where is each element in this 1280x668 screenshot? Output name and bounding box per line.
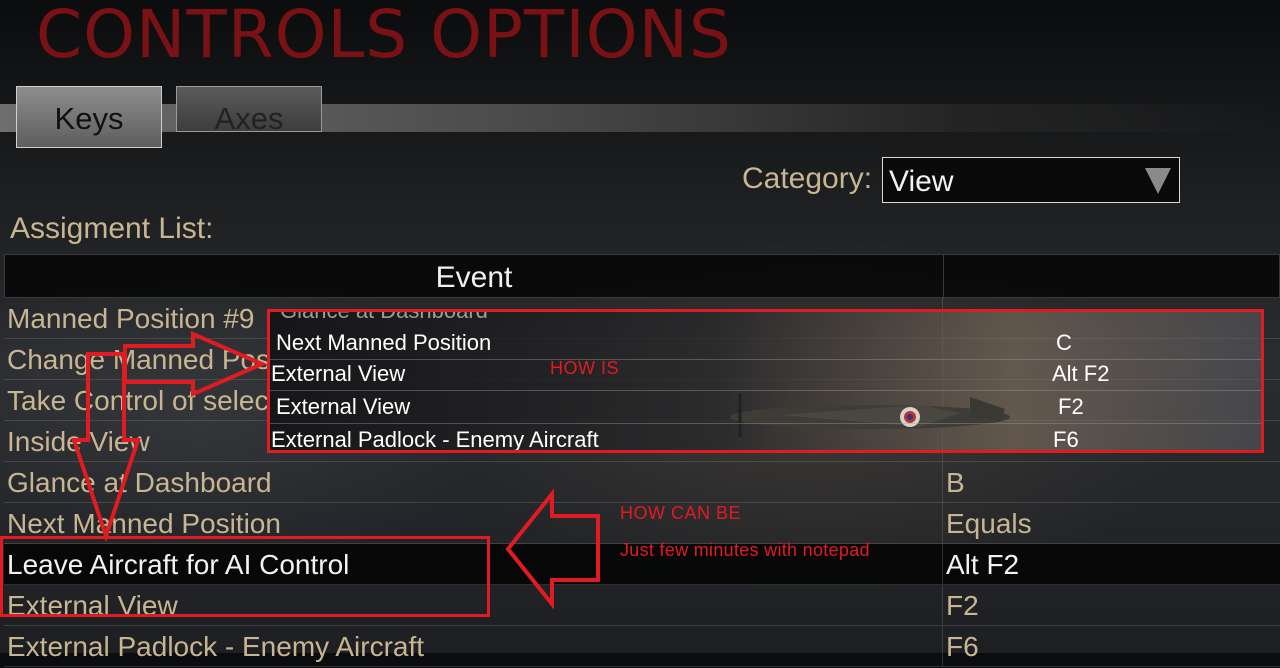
table-header: Event	[4, 254, 1280, 301]
row-event: Take Control of selec	[7, 385, 269, 416]
overlay-ghost-text: Glance at Dashboard	[280, 309, 488, 323]
row-event: External Padlock - Enemy Aircraft	[7, 631, 425, 662]
overlay-row: External View F2	[270, 390, 1261, 424]
row-key: Equals	[946, 508, 1032, 539]
overlay-row-key: C	[1056, 330, 1072, 355]
assignment-list-label: Assigment List:	[10, 212, 214, 245]
row-event: Inside View	[7, 426, 150, 457]
overlay-row: Next Manned Position C	[270, 326, 1261, 360]
category-label: Category:	[742, 162, 873, 195]
row-key: B	[946, 467, 965, 498]
row-key: Alt F2	[946, 549, 1020, 580]
category-value: View	[889, 165, 954, 198]
column-divider	[942, 626, 943, 666]
tab-axes[interactable]: Axes	[176, 86, 322, 132]
row-event: Glance at Dashboard	[7, 467, 272, 498]
dropdown-arrow-icon[interactable]	[1145, 168, 1171, 194]
notepad-note: Just few minutes with notepad	[620, 540, 870, 560]
highlight-box	[0, 536, 490, 617]
how-can-be-label: HOW CAN BE	[620, 503, 742, 523]
overlay-row-event: External Padlock - Enemy Aircraft	[271, 427, 599, 452]
overlay-row: External Padlock - Enemy Aircraft F6	[270, 423, 1261, 452]
row-key: F2	[946, 590, 979, 621]
overlay-row: External View Alt F2	[270, 357, 1261, 391]
row-event: Change Manned Pos	[7, 344, 271, 375]
overlay-row-key: F6	[1053, 427, 1079, 452]
overlay-row-event: External View	[271, 361, 406, 386]
column-header-event[interactable]: Event	[5, 255, 943, 301]
column-divider	[942, 462, 943, 502]
column-divider	[943, 255, 944, 299]
overlay-row-event: External View	[276, 394, 411, 419]
row-key: F6	[946, 631, 979, 662]
overlay-row-event: Next Manned Position	[276, 330, 492, 355]
column-divider	[942, 585, 943, 625]
column-divider	[942, 544, 943, 584]
table-row[interactable]: Glance at Dashboard B	[4, 462, 1280, 503]
category-dropdown[interactable]: View	[882, 157, 1180, 203]
row-event: Manned Position #9	[7, 303, 255, 334]
tab-keys[interactable]: Keys	[16, 86, 162, 148]
overlay-row-key: F2	[1058, 394, 1084, 419]
column-divider	[942, 503, 943, 543]
comparison-overlay-how-is: Glance at Dashboard HOW IS Next Manned P…	[267, 309, 1264, 453]
page-title: CONTROLS OPTIONS	[36, 0, 732, 73]
table-row[interactable]: External Padlock - Enemy Aircraft F6	[4, 626, 1280, 667]
overlay-row-key: Alt F2	[1052, 361, 1110, 386]
